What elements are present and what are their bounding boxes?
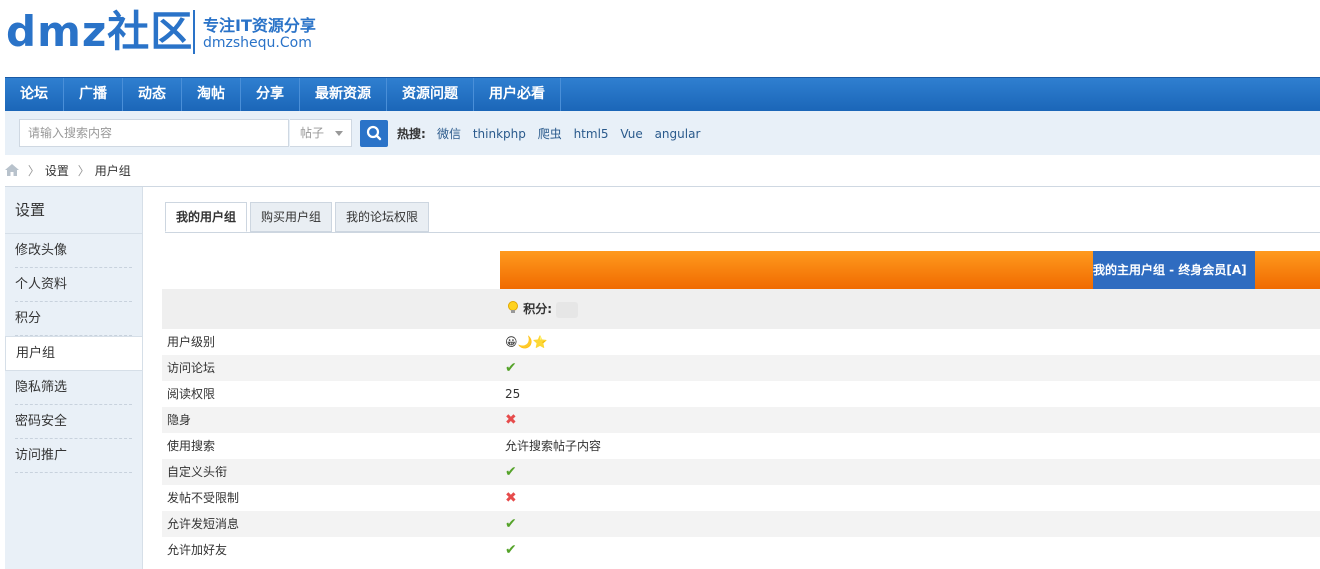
- breadcrumb-usergroup[interactable]: 用户组: [95, 164, 131, 178]
- sidebar-item-credits[interactable]: 积分: [15, 302, 132, 336]
- nav-item-activity[interactable]: 动态: [123, 78, 182, 111]
- check-icon: ✔: [505, 516, 517, 532]
- cross-icon: ✖: [505, 412, 517, 428]
- sidebar-item-avatar[interactable]: 修改头像: [15, 234, 132, 268]
- row-label: 阅读权限: [167, 387, 216, 401]
- nav-item-latest[interactable]: 最新资源: [300, 78, 387, 111]
- nav-item-collection[interactable]: 淘帖: [182, 78, 241, 111]
- tab-forum-permissions[interactable]: 我的论坛权限: [335, 202, 430, 232]
- row-value: 😀🌙⭐: [505, 335, 548, 349]
- site-logo[interactable]: dmz社区: [6, 6, 193, 58]
- sidebar: 设置 修改头像 个人资料 积分 用户组 隐私筛选 密码安全 访问推广: [5, 187, 143, 569]
- breadcrumb-settings[interactable]: 设置: [45, 164, 69, 178]
- search-icon: [366, 125, 382, 141]
- hot-search-label: 热搜:: [397, 127, 426, 141]
- row-label: 发帖不受限制: [167, 491, 240, 505]
- score-label: 积分:: [523, 302, 552, 316]
- table-row: 允许加好友 ✔: [162, 537, 1320, 563]
- hot-link[interactable]: Vue: [620, 127, 642, 141]
- table-row: 用户级别 😀🌙⭐: [162, 329, 1320, 355]
- divider: [165, 232, 1320, 233]
- nav-item-share[interactable]: 分享: [241, 78, 300, 111]
- table-row: 隐身 ✖: [162, 407, 1320, 433]
- row-label: 允许加好友: [167, 543, 228, 557]
- slogan: 专注IT资源分享: [203, 16, 316, 35]
- sidebar-item-promotion[interactable]: 访问推广: [15, 439, 132, 473]
- table-row: 使用搜索 允许搜索帖子内容: [162, 433, 1320, 459]
- site-domain: dmzshequ.Com: [203, 35, 312, 51]
- search-type-label: 帖子: [300, 126, 325, 140]
- search-type-select[interactable]: 帖子: [290, 119, 352, 147]
- tab-my-usergroup[interactable]: 我的用户组: [165, 202, 248, 232]
- main-group-label: 我的主用户组 - 终身会员[A]: [1093, 251, 1255, 289]
- nav-item-must-read[interactable]: 用户必看: [474, 78, 561, 111]
- search-button[interactable]: [360, 120, 388, 147]
- check-icon: ✔: [505, 464, 517, 480]
- check-icon: ✔: [505, 360, 517, 376]
- row-label: 使用搜索: [167, 439, 216, 453]
- search-bar: 请输入搜索内容 帖子 热搜: 微信 thinkphp 爬虫 html5 Vue …: [5, 111, 1320, 155]
- table-row: 允许发短消息 ✔: [162, 511, 1320, 537]
- logo-divider: [193, 10, 195, 54]
- row-label: 访问论坛: [167, 361, 216, 375]
- hot-link[interactable]: thinkphp: [473, 127, 526, 141]
- sidebar-item-privacy[interactable]: 隐私筛选: [15, 371, 132, 405]
- cross-icon: ✖: [505, 490, 517, 506]
- row-value: 允许搜索帖子内容: [505, 439, 602, 453]
- sidebar-title: 设置: [5, 187, 142, 234]
- header: dmz社区 专注IT资源分享 dmzshequ.Com: [0, 0, 1320, 76]
- chevron-down-icon: [335, 131, 343, 136]
- nav-item-broadcast[interactable]: 广播: [64, 78, 123, 111]
- search-input[interactable]: 请输入搜索内容: [19, 119, 289, 147]
- sidebar-item-usergroup[interactable]: 用户组: [5, 336, 142, 371]
- home-icon[interactable]: [5, 164, 19, 176]
- hot-link[interactable]: 爬虫: [538, 127, 562, 141]
- check-icon: ✔: [505, 542, 517, 558]
- tab-bar: 我的用户组 购买用户组 我的论坛权限: [165, 202, 432, 232]
- hot-search-links: 微信 thinkphp 爬虫 html5 Vue angular: [437, 125, 708, 142]
- nav-item-forum[interactable]: 论坛: [5, 78, 64, 111]
- blurred-value: [556, 301, 578, 318]
- hot-link[interactable]: 微信: [437, 127, 461, 141]
- sidebar-item-password[interactable]: 密码安全: [15, 405, 132, 439]
- lightbulb-icon: [508, 301, 518, 313]
- hot-link[interactable]: html5: [574, 127, 609, 141]
- row-label: 用户级别: [167, 335, 216, 349]
- row-label: 允许发短消息: [167, 517, 240, 531]
- tab-buy-usergroup[interactable]: 购买用户组: [250, 202, 333, 232]
- permission-table: 积分: 用户级别 😀🌙⭐ 访问论坛 ✔ 阅读权限 25 隐身 ✖ 使用搜索 允许搜索帖子内…: [162, 289, 1320, 563]
- table-row: 自定义头衔 ✔: [162, 459, 1320, 485]
- table-row: 访问论坛 ✔: [162, 355, 1320, 381]
- row-value: 25: [505, 387, 521, 401]
- breadcrumb: 〉设置 〉用户组: [5, 160, 131, 182]
- hot-link[interactable]: angular: [655, 127, 701, 141]
- sidebar-item-profile[interactable]: 个人资料: [15, 268, 132, 302]
- divider: [5, 186, 1320, 187]
- row-label: 隐身: [167, 413, 192, 427]
- score-row: 积分:: [162, 289, 1320, 329]
- table-row: 阅读权限 25: [162, 381, 1320, 407]
- main-nav: 论坛 广播 动态 淘帖 分享 最新资源 资源问题 用户必看: [5, 77, 1320, 111]
- nav-item-issues[interactable]: 资源问题: [387, 78, 474, 111]
- row-label: 自定义头衔: [167, 465, 228, 479]
- table-row: 发帖不受限制 ✖: [162, 485, 1320, 511]
